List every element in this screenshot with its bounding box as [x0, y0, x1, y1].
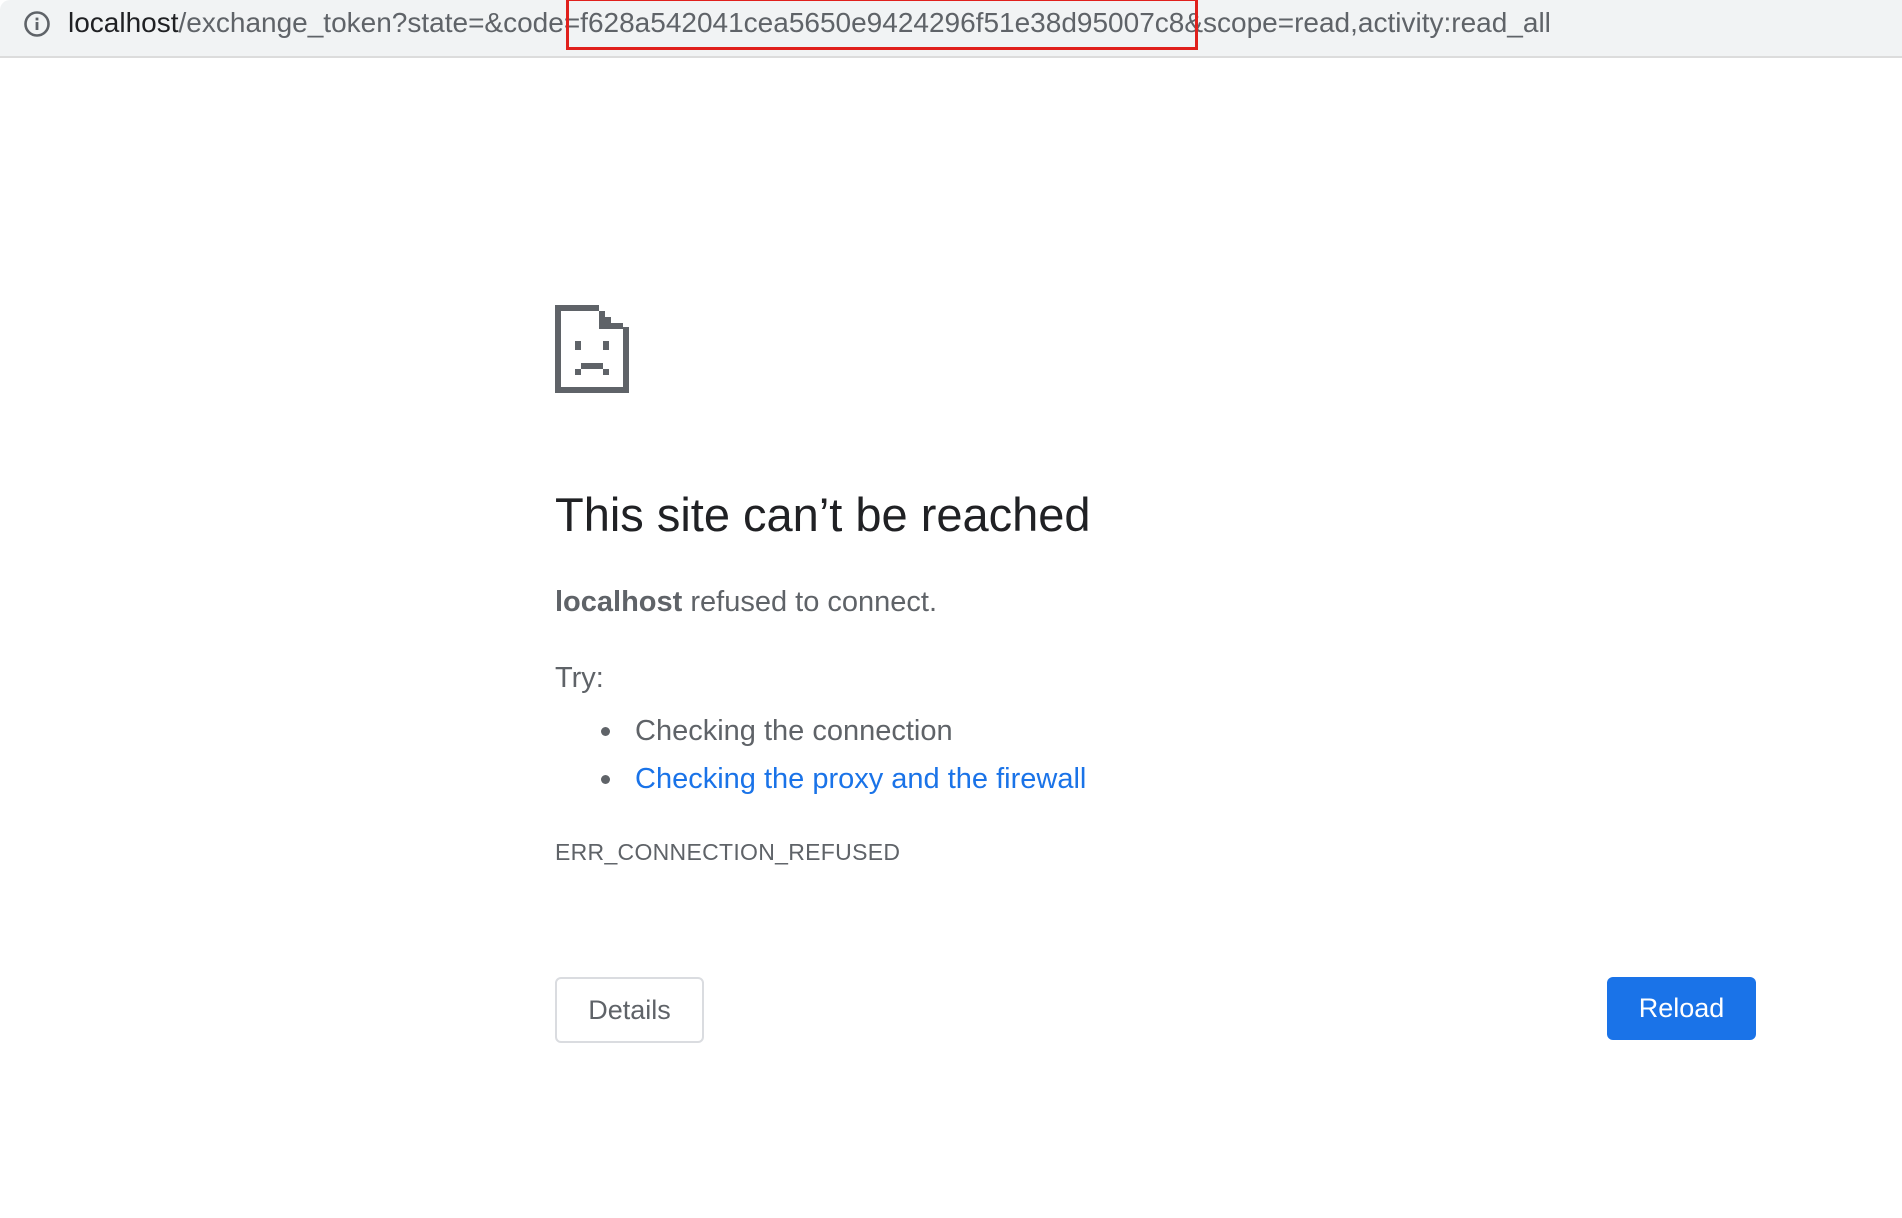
suggestion-check-connection: Checking the connection [598, 707, 1086, 755]
error-summary-host: localhost [555, 586, 683, 618]
details-button[interactable]: Details [555, 977, 704, 1043]
error-summary: localhost refused to connect. [555, 583, 937, 621]
url-path: /exchange_token?state=&code= [178, 7, 581, 38]
url-host: localhost [68, 7, 179, 38]
error-summary-text: refused to connect. [682, 586, 938, 618]
url-scope: &scope=read,activity:read_all [1184, 7, 1551, 38]
try-label: Try: [555, 662, 604, 694]
url-text[interactable]: localhost/exchange_token?state=&code=f62… [68, 0, 1551, 50]
url-code-highlighted: f628a542041cea5650e9424296f51e38d95007c8 [566, 0, 1199, 50]
suggestion-check-proxy-firewall-link[interactable]: Checking the proxy and the firewall [598, 755, 1086, 803]
error-title: This site can’t be reached [555, 488, 1091, 541]
suggestions-list: Checking the connection Checking the pro… [598, 707, 1086, 803]
address-bar[interactable]: localhost/exchange_token?state=&code=f62… [0, 0, 1902, 58]
sad-page-icon [555, 305, 629, 393]
reload-button[interactable]: Reload [1607, 977, 1756, 1040]
info-icon[interactable] [22, 9, 52, 39]
error-code: ERR_CONNECTION_REFUSED [555, 839, 901, 865]
